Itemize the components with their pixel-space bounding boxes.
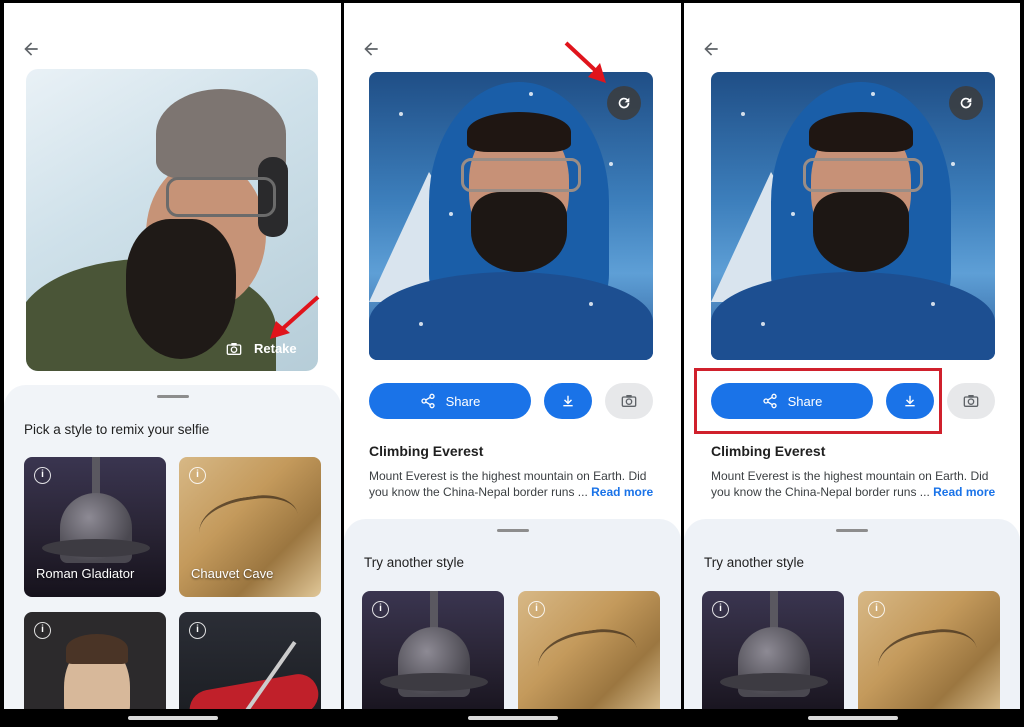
- sheet-handle[interactable]: [496, 529, 529, 532]
- refresh-icon: [618, 97, 630, 109]
- camera-button[interactable]: [947, 383, 995, 419]
- style-bottom-sheet: Pick a style to remix your selfie i Roma…: [4, 385, 341, 709]
- info-icon[interactable]: i: [34, 622, 51, 639]
- info-icon[interactable]: i: [34, 467, 51, 484]
- share-label: Share: [445, 393, 481, 409]
- sheet-handle[interactable]: [836, 529, 868, 532]
- share-icon: [420, 393, 435, 409]
- style-title: Climbing Everest: [369, 443, 484, 459]
- remixed-photo: [369, 72, 653, 360]
- sheet-title: Try another style: [704, 555, 805, 570]
- sheet-title: Try another style: [364, 555, 465, 570]
- retake-label: Retake: [254, 341, 297, 356]
- home-gesture-pill[interactable]: [128, 716, 218, 720]
- screen-style-result: Share Climbing Everest Mount Everest is …: [344, 3, 681, 709]
- annotation-arrow: [266, 293, 322, 341]
- info-icon[interactable]: i: [868, 601, 885, 618]
- style-tile-label: Roman Gladiator: [36, 566, 135, 581]
- download-button[interactable]: [544, 383, 592, 419]
- style-tile-roman-gladiator[interactable]: i: [702, 591, 844, 709]
- retake-button[interactable]: Retake: [226, 341, 297, 356]
- camera-button[interactable]: [605, 383, 653, 419]
- read-more-link[interactable]: Read more: [591, 485, 653, 499]
- remixed-photo: [711, 72, 995, 360]
- style-description: Mount Everest is the highest mountain on…: [711, 469, 996, 499]
- info-icon[interactable]: i: [712, 601, 729, 618]
- camera-icon: [621, 395, 637, 407]
- info-icon[interactable]: i: [372, 601, 389, 618]
- back-arrow-icon[interactable]: [20, 39, 42, 59]
- info-icon[interactable]: i: [189, 467, 206, 484]
- back-arrow-icon[interactable]: [360, 39, 382, 59]
- style-tile-chauvet-cave[interactable]: i: [858, 591, 1000, 709]
- screen-style-picker: Retake Pick a style to remix your selfie…: [4, 3, 341, 709]
- style-title: Climbing Everest: [711, 443, 826, 459]
- download-icon: [563, 395, 573, 407]
- back-arrow-icon[interactable]: [700, 39, 722, 59]
- style-tile-roman-gladiator[interactable]: i: [362, 591, 504, 709]
- camera-icon: [226, 342, 242, 355]
- style-tile-portrait[interactable]: i: [24, 612, 166, 709]
- sheet-title: Pick a style to remix your selfie: [24, 422, 210, 437]
- info-icon[interactable]: i: [528, 601, 545, 618]
- read-more-link[interactable]: Read more: [933, 485, 995, 499]
- style-bottom-sheet: Try another style i i: [344, 519, 681, 709]
- sheet-handle[interactable]: [156, 395, 189, 398]
- regenerate-button[interactable]: [949, 86, 983, 120]
- info-icon[interactable]: i: [189, 622, 206, 639]
- style-tile-aviation[interactable]: i: [179, 612, 321, 709]
- annotation-arrow: [562, 39, 610, 85]
- style-description: Mount Everest is the highest mountain on…: [369, 469, 654, 499]
- regenerate-button[interactable]: [607, 86, 641, 120]
- style-bottom-sheet: Try another style i i: [684, 519, 1020, 709]
- annotation-highlight-box: [694, 368, 942, 434]
- refresh-icon: [960, 97, 972, 109]
- home-gesture-pill[interactable]: [808, 716, 898, 720]
- camera-icon: [963, 395, 979, 407]
- style-tile-label: Chauvet Cave: [191, 566, 274, 581]
- home-gesture-pill[interactable]: [468, 716, 558, 720]
- style-tile-chauvet-cave[interactable]: i: [518, 591, 660, 709]
- share-button[interactable]: Share: [369, 383, 531, 419]
- style-tile-chauvet-cave[interactable]: i Chauvet Cave: [179, 457, 321, 597]
- style-tile-roman-gladiator[interactable]: i Roman Gladiator: [24, 457, 166, 597]
- action-row: Share: [369, 383, 653, 419]
- screen-style-result-highlighted: Share Climbing Everest Mount Everest is …: [684, 3, 1020, 709]
